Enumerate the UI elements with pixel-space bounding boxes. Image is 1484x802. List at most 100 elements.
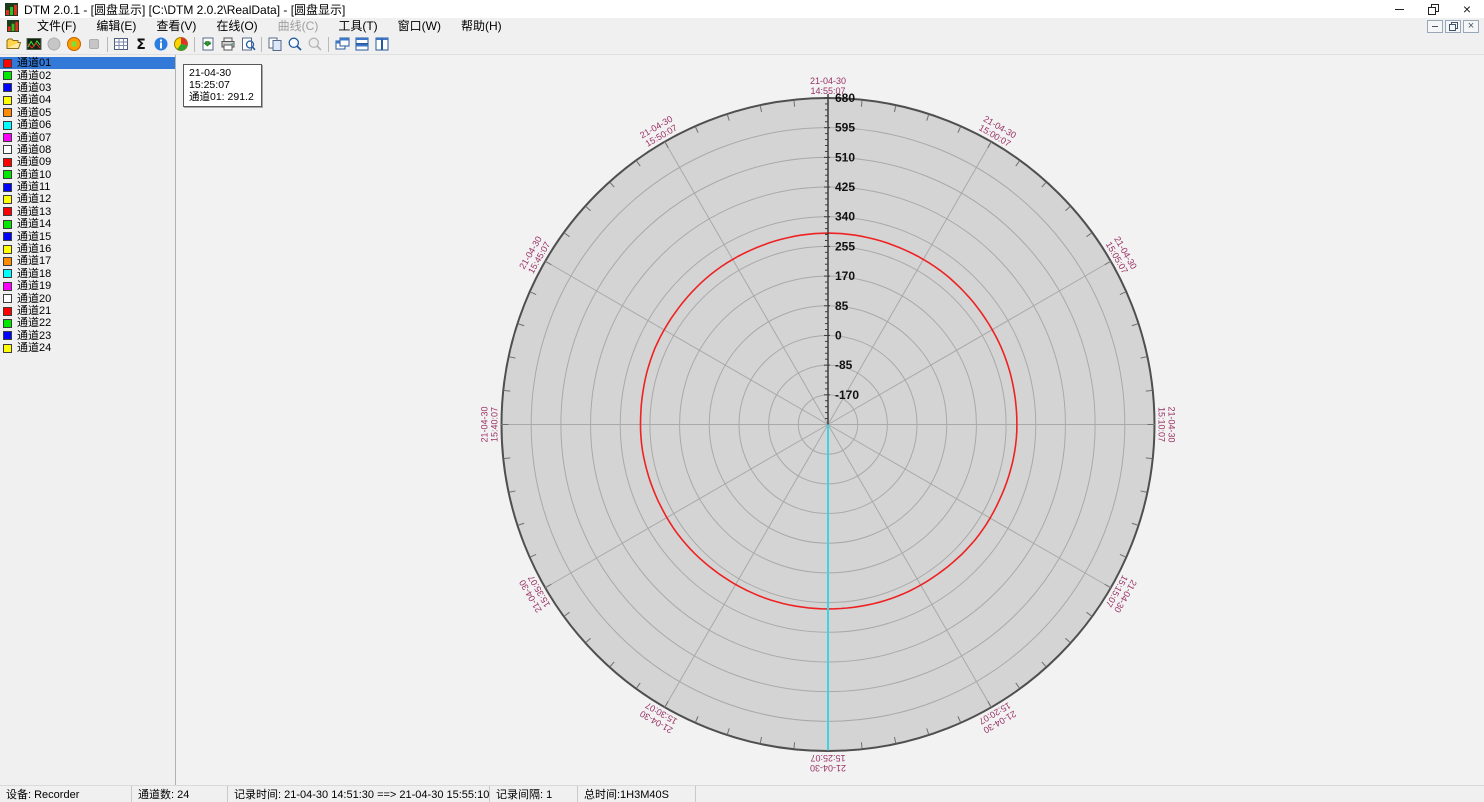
info-button[interactable] xyxy=(151,35,171,54)
zoom-out-button xyxy=(305,35,325,54)
window-controls: × xyxy=(1382,0,1484,18)
svg-text:15:40:07: 15:40:07 xyxy=(490,407,500,442)
dial-chart[interactable]: 680595510425340255170850-85-17021-04-301… xyxy=(176,55,1483,785)
svg-text:15:10:07: 15:10:07 xyxy=(1157,407,1167,442)
channel-color-swatch xyxy=(3,344,12,353)
channel-label: 通道11 xyxy=(17,181,50,193)
stop-icon xyxy=(86,36,102,52)
toolbar: Σ xyxy=(0,34,1484,55)
svg-text:15:25:07: 15:25:07 xyxy=(810,753,845,763)
tile-vertical-button[interactable] xyxy=(372,35,392,54)
svg-text:170: 170 xyxy=(835,269,855,283)
svg-text:255: 255 xyxy=(835,239,855,253)
cascade-windows-button[interactable] xyxy=(332,35,352,54)
copy-button[interactable] xyxy=(265,35,285,54)
play-button xyxy=(44,35,64,54)
channel-list-item[interactable]: 通道09 xyxy=(0,156,175,168)
app-window: DTM 2.0.1 - [圆盘显示] [C:\DTM 2.0.2\RealDat… xyxy=(0,0,1484,802)
channel-list-item[interactable]: 通道22 xyxy=(0,317,175,329)
svg-text:510: 510 xyxy=(835,150,855,164)
channel-color-swatch xyxy=(3,83,12,92)
close-button[interactable]: × xyxy=(1450,0,1484,18)
record-icon xyxy=(66,36,82,52)
child-minimize-icon xyxy=(1432,26,1438,27)
channel-list-item[interactable]: 通道05 xyxy=(0,107,175,119)
open-file-button[interactable] xyxy=(4,35,24,54)
channel-list-item[interactable]: 通道21 xyxy=(0,305,175,317)
channel-list-item[interactable]: 通道18 xyxy=(0,268,175,280)
channel-list-item[interactable]: 通道20 xyxy=(0,292,175,304)
status-section: 记录间隔: 1 xyxy=(490,786,578,802)
menu-item[interactable]: 工具(T) xyxy=(328,18,387,34)
copy-icon xyxy=(267,36,283,52)
child-restore-button[interactable] xyxy=(1445,20,1461,33)
menu-item: 曲线(C) xyxy=(268,18,329,34)
stop-button xyxy=(84,35,104,54)
dial-display-area: 680595510425340255170850-85-17021-04-301… xyxy=(176,55,1484,785)
time-label: 21-04-3015:10:07 xyxy=(1157,406,1177,442)
zoom-button[interactable] xyxy=(285,35,305,54)
menu-item[interactable]: 编辑(E) xyxy=(86,18,146,34)
cascade-windows-icon xyxy=(334,36,350,52)
channel-color-swatch xyxy=(3,108,12,117)
channel-label: 通道08 xyxy=(17,144,51,156)
channel-color-swatch xyxy=(3,158,12,167)
channel-list-item[interactable]: 通道02 xyxy=(0,69,175,81)
channel-color-swatch xyxy=(3,245,12,254)
channel-list-item[interactable]: 通道12 xyxy=(0,193,175,205)
svg-text:0: 0 xyxy=(835,328,842,342)
channel-label: 通道03 xyxy=(17,82,51,94)
menu-item[interactable]: 文件(F) xyxy=(27,18,86,34)
child-window-controls: × xyxy=(1427,20,1479,33)
channel-color-swatch xyxy=(3,282,12,291)
close-icon: × xyxy=(1463,4,1471,14)
menu-item[interactable]: 帮助(H) xyxy=(451,18,512,34)
channel-label: 通道05 xyxy=(17,107,51,119)
svg-text:21-04-30: 21-04-30 xyxy=(810,76,846,86)
channel-list-item[interactable]: 通道24 xyxy=(0,342,175,354)
svg-text:85: 85 xyxy=(835,299,849,313)
curve-view-button[interactable] xyxy=(24,35,44,54)
channel-list-item[interactable]: 通道14 xyxy=(0,218,175,230)
channel-list-item[interactable]: 通道06 xyxy=(0,119,175,131)
child-minimize-button[interactable] xyxy=(1427,20,1443,33)
svg-text:21-04-30: 21-04-30 xyxy=(480,406,490,442)
time-label: 21-04-3014:55:07 xyxy=(810,76,846,96)
export-button[interactable] xyxy=(198,35,218,54)
channel-list-item[interactable]: 通道08 xyxy=(0,144,175,156)
channel-list-item[interactable]: 通道23 xyxy=(0,330,175,342)
minimize-button[interactable] xyxy=(1382,0,1416,18)
status-bar: 设备: Recorder通道数: 24记录时间: 21-04-30 14:51:… xyxy=(0,785,1484,802)
status-section xyxy=(696,786,1484,802)
menu-item[interactable]: 在线(O) xyxy=(206,18,267,34)
channel-list-item[interactable]: 通道15 xyxy=(0,230,175,242)
channel-list-item[interactable]: 通道07 xyxy=(0,131,175,143)
channel-list-item[interactable]: 通道13 xyxy=(0,206,175,218)
channel-list-item[interactable]: 通道19 xyxy=(0,280,175,292)
print-button[interactable] xyxy=(218,35,238,54)
menu-item[interactable]: 窗口(W) xyxy=(388,18,451,34)
channel-list-item[interactable]: 通道01 xyxy=(0,57,175,69)
channel-list-item[interactable]: 通道03 xyxy=(0,82,175,94)
record-button[interactable] xyxy=(64,35,84,54)
menu-item[interactable]: 查看(V) xyxy=(146,18,206,34)
table-view-button[interactable] xyxy=(111,35,131,54)
tile-horizontal-button[interactable] xyxy=(352,35,372,54)
channel-list-item[interactable]: 通道04 xyxy=(0,94,175,106)
status-section: 记录时间: 21-04-30 14:51:30 ==> 21-04-30 15:… xyxy=(228,786,490,802)
channel-label: 通道14 xyxy=(17,218,51,230)
print-preview-button[interactable] xyxy=(238,35,258,54)
channel-label: 通道24 xyxy=(17,342,51,354)
tooltip-line: 21-04-30 xyxy=(189,67,254,79)
restore-button[interactable] xyxy=(1416,0,1450,18)
channel-list-item[interactable]: 通道17 xyxy=(0,255,175,267)
statistics-button[interactable]: Σ xyxy=(131,35,151,54)
client-area: 通道01通道02通道03通道04通道05通道06通道07通道08通道09通道10… xyxy=(0,55,1484,785)
channel-list-item[interactable]: 通道16 xyxy=(0,243,175,255)
channel-list-item[interactable]: 通道10 xyxy=(0,169,175,181)
status-section: 总时间:1H3M40S xyxy=(578,786,696,802)
channel-list-item[interactable]: 通道11 xyxy=(0,181,175,193)
svg-text:14:55:07: 14:55:07 xyxy=(810,86,845,96)
child-close-button[interactable]: × xyxy=(1463,20,1479,33)
pie-chart-button[interactable] xyxy=(171,35,191,54)
